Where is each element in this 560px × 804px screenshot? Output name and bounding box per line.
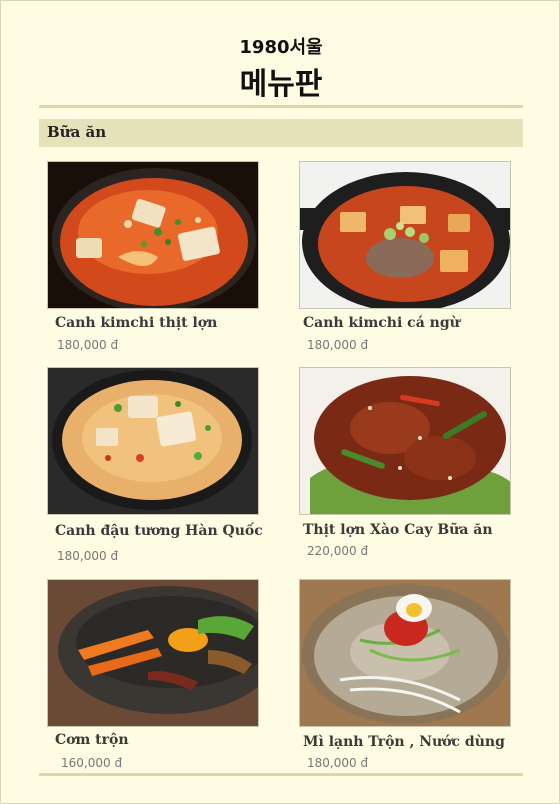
item-name: Canh kimchi cá ngừ xyxy=(303,315,460,331)
item-price: 180,000 đ xyxy=(307,338,369,352)
bibimbap-photo[interactable] xyxy=(47,579,259,727)
item-name: Canh đậu tương Hàn Quốc xyxy=(55,523,263,539)
soybean-paste-stew-photo[interactable] xyxy=(47,367,259,515)
spicy-stir-fried-pork-photo[interactable] xyxy=(299,367,511,515)
item-price: 180,000 đ xyxy=(307,756,369,770)
menu-page: 1980서울 메뉴판 Bữa ăn Canh kimchi thịt lợn 1… xyxy=(0,0,560,804)
item-name: Cơm trộn xyxy=(55,732,129,748)
bottom-divider xyxy=(39,773,523,776)
section-header: Bữa ăn xyxy=(39,119,523,147)
section-title: Bữa ăn xyxy=(47,123,107,141)
item-price: 220,000 đ xyxy=(307,544,369,558)
restaurant-name: 1980서울 xyxy=(239,37,323,58)
item-name: Thịt lợn Xào Cay Bữa ăn xyxy=(303,522,493,538)
item-price: 180,000 đ xyxy=(57,338,119,352)
item-name: Mì lạnh Trộn , Nước dùng xyxy=(303,734,505,750)
kimchi-tuna-stew-photo[interactable] xyxy=(299,161,511,309)
item-price: 180,000 đ xyxy=(57,549,119,563)
page-title: 메뉴판 xyxy=(239,67,323,102)
top-divider xyxy=(39,105,523,108)
item-name: Canh kimchi thịt lợn xyxy=(55,315,218,331)
item-price: 160,000 đ xyxy=(61,756,123,770)
cold-noodles-photo[interactable] xyxy=(299,579,511,727)
kimchi-pork-stew-photo[interactable] xyxy=(47,161,259,309)
